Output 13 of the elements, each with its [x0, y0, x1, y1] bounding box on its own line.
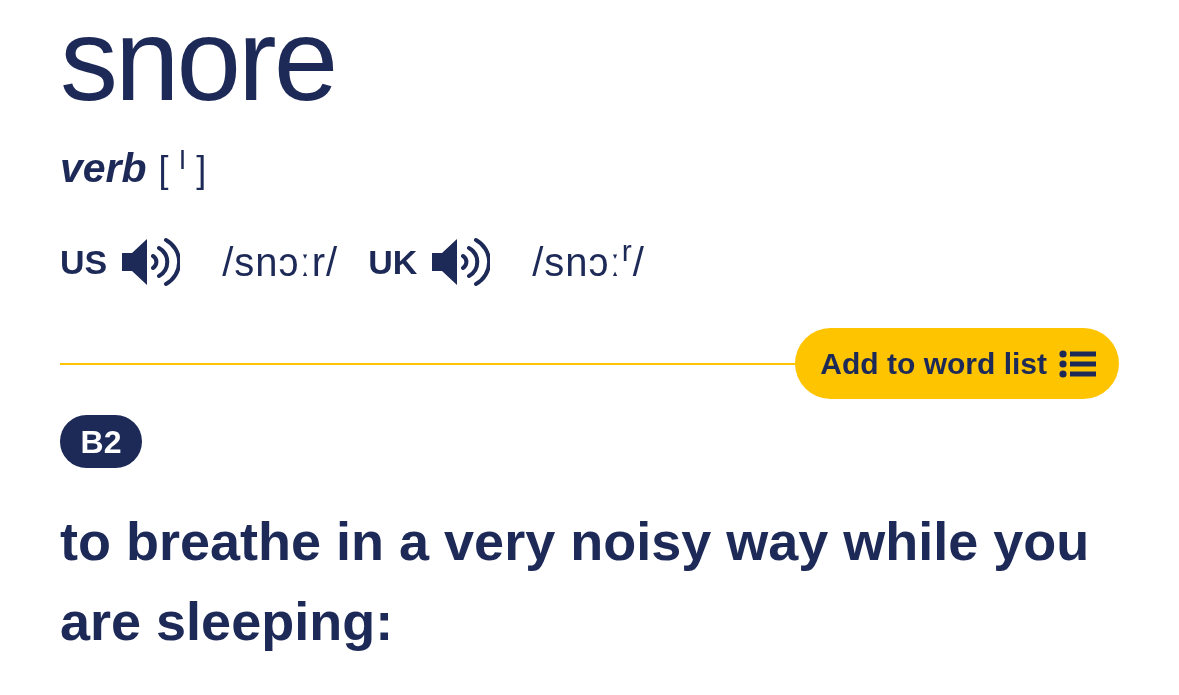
- region-label: US: [60, 245, 108, 279]
- part-of-speech: verb: [60, 148, 147, 189]
- phonetic-transcription: /snɔːr/: [222, 242, 339, 282]
- phonetic-transcription: /snɔː$^{r}$/: [532, 242, 645, 282]
- add-to-word-list-button[interactable]: Add to word list: [795, 328, 1119, 399]
- definition-text: to breathe in a very noisy way while you are sleeping:: [60, 510, 1091, 653]
- grammar-code: [ $^{I}$ ]: [158, 152, 207, 188]
- region-label: UK: [368, 245, 418, 279]
- list-icon: [1059, 349, 1096, 378]
- cefr-level-badge: B2: [60, 415, 142, 468]
- speaker-icon[interactable]: [122, 237, 181, 287]
- speaker-icon[interactable]: [432, 237, 491, 287]
- headword: snore: [60, 2, 336, 118]
